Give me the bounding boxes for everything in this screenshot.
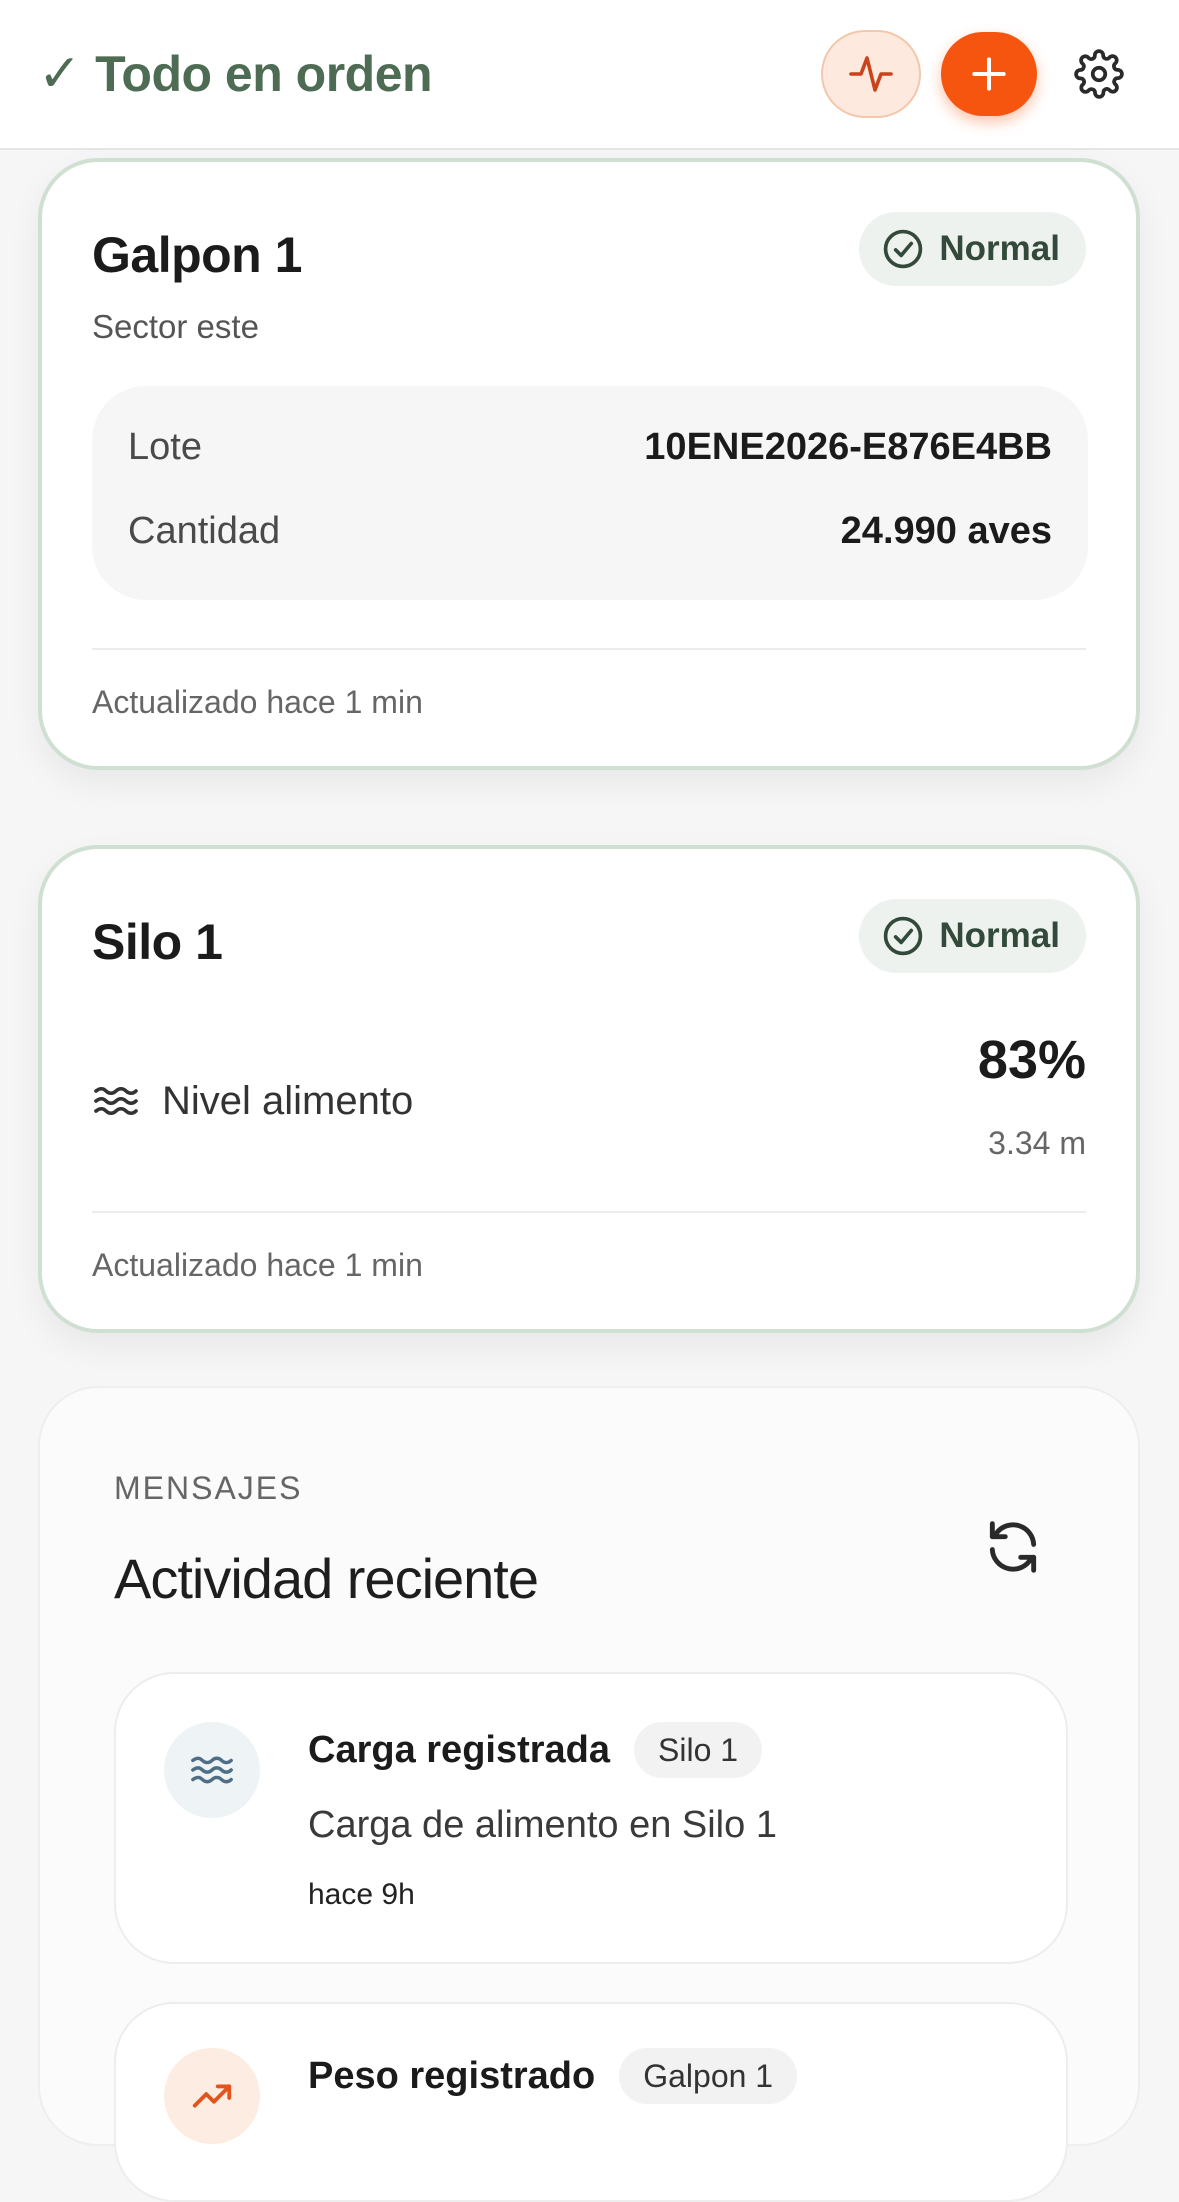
status-badge: Normal: [859, 212, 1086, 286]
activity-title-row: Carga registrada Silo 1: [308, 1722, 763, 1778]
activity-time: hace 9h: [308, 1878, 415, 1911]
silo-card[interactable]: Silo 1 Normal Nivel alimento 83% 3.34 m …: [38, 845, 1140, 1333]
lote-row: Lote 10ENE2026-E876E4BB: [128, 426, 1052, 469]
status-title: ✓ Todo en orden: [38, 44, 433, 104]
activity-icon-bg: [164, 1722, 260, 1818]
plus-icon: [972, 57, 1006, 91]
cantidad-label: Cantidad: [128, 510, 281, 552]
waves-icon: [191, 1756, 233, 1784]
activity-button[interactable]: [821, 30, 921, 118]
gear-icon: [1074, 49, 1124, 99]
lote-value: 10ENE2026-E876E4BB: [644, 426, 1052, 468]
activity-title: Carga registrada: [308, 1728, 611, 1771]
level-percent: 83%: [977, 1030, 1086, 1090]
galpon-info-box: Lote 10ENE2026-E876E4BB Cantidad 24.990 …: [92, 386, 1088, 600]
status-text: Todo en orden: [95, 46, 433, 102]
activity-item[interactable]: Carga registrada Silo 1 Carga de aliment…: [114, 1672, 1068, 1964]
status-badge: Normal: [859, 899, 1086, 973]
cantidad-value: 24.990 aves: [840, 510, 1052, 552]
check-circle-icon: [884, 916, 923, 956]
status-badge-label: Normal: [939, 229, 1060, 268]
add-button[interactable]: [941, 32, 1037, 116]
top-actions: [821, 30, 1141, 118]
messages-heading: Actividad reciente: [114, 1547, 539, 1610]
level-height: 3.34 m: [988, 1125, 1086, 1161]
silo-updated: Actualizado hace 1 min: [92, 1247, 423, 1283]
refresh-button[interactable]: [978, 1512, 1048, 1582]
activity-item[interactable]: Peso registrado Galpon 1: [114, 2002, 1068, 2202]
trend-up-icon: [192, 2084, 232, 2108]
divider: [92, 648, 1086, 650]
messages-eyebrow: MENSAJES: [114, 1470, 303, 1506]
waves-icon: [94, 1086, 138, 1116]
top-bar: ✓ Todo en orden: [0, 0, 1179, 150]
check-circle-icon: [884, 229, 923, 269]
activity-tag: Galpon 1: [619, 2048, 798, 2104]
lote-label: Lote: [128, 426, 202, 468]
activity-title-row: Peso registrado Galpon 1: [308, 2048, 798, 2104]
level-row: Nivel alimento: [92, 1077, 413, 1125]
galpon-card[interactable]: Galpon 1 Normal Sector este Lote 10ENE20…: [38, 158, 1140, 770]
pulse-icon: [849, 56, 893, 92]
galpon-subtitle: Sector este: [92, 308, 259, 345]
silo-title: Silo 1: [92, 914, 223, 970]
activity-description: Carga de alimento en Silo 1: [308, 1804, 777, 1846]
activity-tag: Silo 1: [634, 1722, 763, 1778]
galpon-title: Galpon 1: [92, 227, 302, 283]
refresh-icon: [989, 1521, 1037, 1573]
level-label: Nivel alimento: [162, 1078, 414, 1123]
cantidad-row: Cantidad 24.990 aves: [128, 510, 1052, 553]
check-icon: ✓: [38, 45, 82, 103]
divider: [92, 1211, 1086, 1213]
messages-panel: MENSAJES Actividad reciente Carga regist…: [38, 1386, 1140, 2202]
activity-title: Peso registrado: [308, 2054, 596, 2097]
activity-icon-bg: [164, 2048, 260, 2144]
settings-button[interactable]: [1057, 32, 1141, 116]
status-badge-label: Normal: [939, 916, 1060, 955]
galpon-updated: Actualizado hace 1 min: [92, 684, 423, 720]
